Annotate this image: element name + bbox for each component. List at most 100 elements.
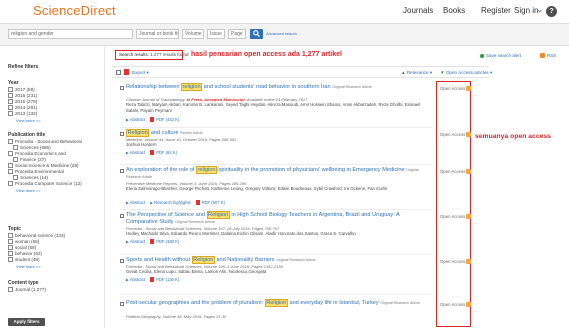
result-item: Relationship between religion and school… bbox=[120, 83, 432, 128]
year-view-more-link[interactable]: View more >> bbox=[16, 118, 41, 123]
pdf-icon bbox=[150, 150, 155, 156]
pdf-link[interactable]: PDF (130 K) bbox=[156, 277, 179, 282]
topic-heading: Topic bbox=[8, 226, 21, 232]
filter-year[interactable]: 2013 (132) bbox=[8, 111, 37, 117]
result-checkbox[interactable] bbox=[120, 259, 124, 263]
filter-icon: ▼ bbox=[440, 70, 445, 75]
abstract-link[interactable]: ▶Abstract bbox=[126, 200, 145, 205]
result-checkbox[interactable] bbox=[120, 214, 124, 218]
save-search-alert-link[interactable]: Save search alert bbox=[480, 53, 521, 58]
open-access-filter[interactable]: ▼ Open Access articles ▾ bbox=[440, 70, 492, 76]
open-access-badge: Open Access bbox=[440, 169, 472, 175]
abstract-link[interactable]: ▶Abstract bbox=[126, 150, 145, 155]
annotation-results: hasil pencarian open access ada 1,277 ar… bbox=[191, 51, 342, 58]
pdf-icon bbox=[150, 117, 155, 123]
pdf-link[interactable]: PDF (180 K) bbox=[156, 239, 179, 244]
select-all-checkbox[interactable] bbox=[116, 70, 121, 75]
rss-icon bbox=[540, 53, 545, 59]
refine-sidebar: Refine filters Year 2017 (59) 2016 (231)… bbox=[0, 46, 105, 328]
result-item: Post-secular geographies and the problem… bbox=[120, 299, 432, 328]
volume-input[interactable]: Volume bbox=[182, 29, 204, 39]
result-title[interactable]: An exploration of the role of religion/s… bbox=[126, 166, 432, 181]
annotation-open-access: semuanya open access bbox=[475, 133, 551, 140]
signin-link[interactable]: Sign in bbox=[514, 6, 538, 15]
open-access-highlight-box bbox=[436, 81, 471, 327]
pdf-link[interactable]: PDF (64 K) bbox=[156, 150, 177, 155]
page-input[interactable]: Page bbox=[228, 29, 246, 39]
publication-heading: Publication title bbox=[8, 132, 46, 138]
research-highlights-link[interactable]: ▶Research highlights bbox=[150, 200, 190, 205]
open-access-badge: Open Access bbox=[440, 214, 472, 220]
result-checkbox[interactable] bbox=[120, 86, 124, 90]
results-label: Search results: bbox=[119, 52, 150, 57]
content-type-heading: Content type bbox=[8, 280, 39, 286]
open-access-icon bbox=[466, 132, 472, 138]
result-links: ▶Abstract ▶Research highlights PDF (507 K… bbox=[126, 200, 225, 206]
open-access-icon bbox=[466, 214, 472, 220]
open-access-badge: Open Access bbox=[440, 302, 472, 308]
relevance-sort[interactable]: ▲ Relevance ▾ bbox=[401, 70, 432, 76]
rss-link[interactable]: RSS bbox=[540, 53, 556, 59]
result-checkbox[interactable] bbox=[120, 302, 124, 306]
publication-view-more-link[interactable]: View more >> bbox=[16, 188, 41, 193]
open-access-badge: Open Access bbox=[440, 86, 472, 92]
result-title[interactable]: Post-secular geographies and the problem… bbox=[126, 299, 432, 307]
result-authors: Gevat Cecilia, Elena Lupu, Sabau Elena, … bbox=[126, 269, 267, 274]
open-access-icon bbox=[466, 259, 472, 265]
export-button[interactable]: Export ▾ bbox=[132, 70, 149, 76]
result-title[interactable]: Relationship between religion and school… bbox=[126, 83, 432, 91]
result-item: Religion and culture Review Article Medi… bbox=[120, 129, 432, 165]
open-access-badge: Open Access bbox=[440, 259, 472, 265]
result-links: ▶Abstract PDF (442 K) bbox=[126, 117, 179, 123]
result-checkbox[interactable] bbox=[120, 169, 124, 173]
result-links: ▶Abstract PDF (64 K) bbox=[126, 150, 177, 156]
help-icon[interactable]: ? bbox=[546, 6, 557, 17]
results-toolbar: Export ▾ ▲ Relevance ▾ ▼ Open Access art… bbox=[112, 66, 492, 78]
chevron-down-icon[interactable]: ⌄ bbox=[536, 4, 544, 15]
search-icon bbox=[253, 30, 260, 37]
pdf-link[interactable]: PDF (507 K) bbox=[202, 200, 225, 205]
result-authors: Elena Salmoirago-Blotcher, George Fitche… bbox=[126, 186, 388, 191]
result-checkbox[interactable] bbox=[120, 132, 124, 136]
result-title[interactable]: Religion and culture Review Article bbox=[126, 129, 432, 137]
pdf-icon bbox=[150, 239, 155, 245]
open-access-icon bbox=[466, 169, 472, 175]
result-item: The Perspective of Science and Religion … bbox=[120, 211, 432, 255]
abstract-link[interactable]: ▶Abstract bbox=[126, 277, 145, 282]
alert-icon bbox=[480, 53, 484, 58]
top-header: ScienceDirect Journals Books Register Si… bbox=[0, 0, 569, 24]
pdf-icon bbox=[195, 200, 200, 206]
sciencedirect-logo[interactable]: ScienceDirect bbox=[33, 3, 116, 18]
search-input[interactable]: religion and gender bbox=[8, 29, 133, 39]
apply-filters-button[interactable]: Apply filters bbox=[8, 318, 45, 326]
result-links: ▶Abstract PDF (180 K) bbox=[126, 239, 179, 245]
topic-view-more-link[interactable]: View more >> bbox=[16, 264, 41, 269]
nav-journals[interactable]: Journals bbox=[403, 6, 433, 15]
open-access-icon bbox=[466, 302, 472, 308]
result-authors: Hedley Machado Silva, Eduardo Pieuro Mor… bbox=[126, 231, 356, 236]
result-authors: Reza Tabrizi, Maryam Akbari, Kamran B. L… bbox=[126, 102, 421, 113]
search-button[interactable] bbox=[250, 29, 263, 39]
pdf-link[interactable]: PDF (442 K) bbox=[156, 117, 179, 122]
abstract-link[interactable]: ▶Abstract bbox=[126, 239, 145, 244]
result-item: An exploration of the role of religion/s… bbox=[120, 166, 432, 210]
filter-publication[interactable]: Procedia Computer Science (13) bbox=[8, 181, 82, 187]
journal-title-input[interactable]: Journal or book title bbox=[136, 29, 179, 39]
filter-topic[interactable]: student (48) bbox=[8, 257, 40, 263]
open-access-badge: Open Access bbox=[440, 132, 472, 138]
advanced-search-link[interactable]: Advanced search bbox=[266, 31, 297, 36]
refine-heading: Refine filters bbox=[8, 64, 39, 70]
abstract-link[interactable]: ▶Abstract bbox=[126, 117, 145, 122]
nav-books[interactable]: Books bbox=[443, 6, 465, 15]
results-count-box: Search results: 1,277 results found bbox=[115, 50, 189, 60]
year-heading: Year bbox=[8, 80, 19, 86]
results-count: 1,277 results found bbox=[150, 52, 189, 57]
pdf-icon[interactable] bbox=[124, 69, 129, 75]
result-title[interactable]: The Perspective of Science and Religion … bbox=[126, 211, 432, 226]
issue-input[interactable]: Issue bbox=[207, 29, 225, 39]
filter-content-type[interactable]: Journal (1,277) bbox=[8, 287, 46, 293]
result-item: Sports and Health without Religion and N… bbox=[120, 256, 432, 295]
result-title[interactable]: Sports and Health without Religion and N… bbox=[126, 256, 432, 264]
search-bar: religion and gender Journal or book titl… bbox=[0, 24, 569, 46]
nav-register[interactable]: Register bbox=[481, 6, 511, 15]
